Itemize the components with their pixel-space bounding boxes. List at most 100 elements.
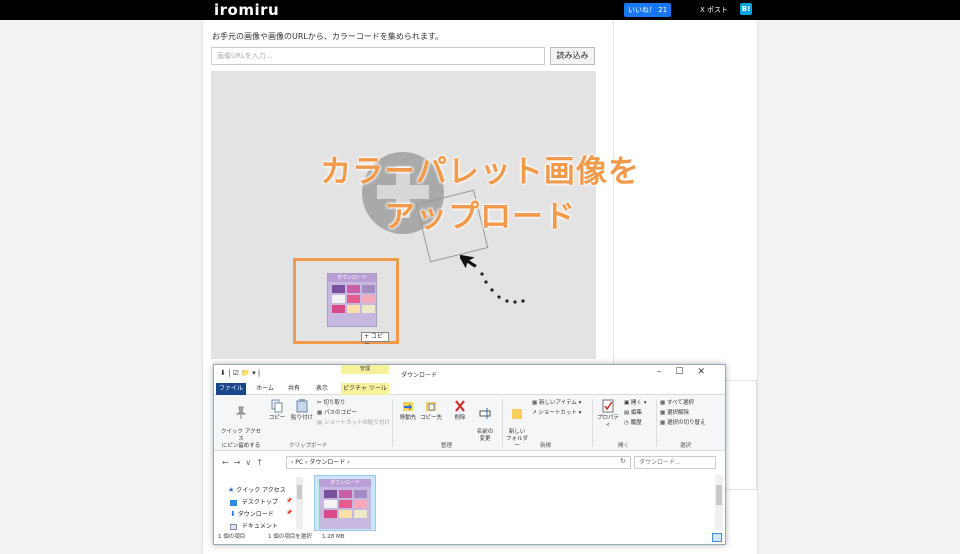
properties-icon — [602, 399, 614, 413]
copy-folder-icon — [426, 402, 436, 411]
manage-context-tab[interactable]: 管理 — [341, 365, 389, 374]
overlay-title-line1: カラーパレット画像を — [320, 154, 640, 190]
new-folder-icon — [512, 409, 522, 419]
drag-path-dots — [480, 272, 525, 304]
pin-icon: 📌 — [286, 498, 293, 504]
pin-icon: 📌 — [286, 510, 293, 516]
copy-tooltip: + コピー — [361, 332, 389, 348]
color-swatch — [354, 490, 367, 498]
nav-downloads[interactable]: ⬇ ダウンロード — [230, 509, 274, 518]
move-to-button[interactable]: 移動先 — [398, 399, 418, 422]
color-swatch — [332, 305, 345, 313]
color-swatch — [347, 285, 360, 293]
address-bar[interactable]: › PC › ダウンロード › — [286, 456, 631, 469]
facebook-like-button[interactable]: いいね！ 21 — [624, 3, 672, 17]
selected-file-item[interactable]: ダウンロード — [314, 475, 376, 531]
history-button[interactable]: ◷ 履歴 — [624, 420, 642, 427]
tab-view[interactable]: 表示 — [310, 383, 334, 395]
document-icon — [230, 523, 237, 530]
navigation-pane: ★ クイック アクセス デスクトップ 📌 ⬇ ダウンロード 📌 ドキュメント — [214, 475, 304, 530]
paste-button[interactable]: 貼り付け — [290, 399, 314, 422]
main-scrollbar[interactable] — [715, 475, 723, 530]
search-input[interactable] — [634, 456, 716, 469]
item-count: 1 個の項目 — [218, 534, 246, 540]
tab-file[interactable]: ファイル — [216, 383, 246, 395]
dragged-image-thumbnail[interactable]: ダウンロード — [327, 273, 377, 327]
group-organize-label: 整理 — [441, 443, 453, 449]
color-swatch — [332, 285, 345, 293]
file-explorer-window: ⬇ | ☑ 📁 ▾ | 管理 ダウンロード –☐✕ ファイル ホーム 共有 表示… — [213, 364, 726, 545]
palette-swatches — [319, 487, 371, 521]
view-toggle-button[interactable] — [712, 533, 722, 542]
shortcut-button[interactable]: ↗ ショートカット ▾ — [532, 410, 581, 417]
file-thumbnail-label: ダウンロード — [319, 479, 371, 487]
color-swatch — [339, 510, 352, 518]
edit-button[interactable]: ▤ 編集 — [624, 410, 642, 417]
nav-documents[interactable]: ドキュメント — [230, 521, 278, 530]
overlay-title-line2: アップロード — [384, 199, 576, 235]
navigation-arrows[interactable]: ←→∨↑ — [222, 458, 268, 467]
tab-share[interactable]: 共有 — [282, 383, 306, 395]
download-arrow-icon: ⬇ — [230, 510, 236, 518]
tab-picture-tools[interactable]: ピクチャ ツール — [341, 383, 389, 395]
rename-button[interactable]: 名前の 変更 — [474, 399, 496, 443]
color-swatch — [362, 285, 375, 293]
site-logo[interactable]: iromiru — [214, 1, 279, 19]
page-description: お手元の画像や画像のURLから、カラーコードを集められます。 — [212, 32, 444, 41]
ribbon-separator — [502, 399, 503, 447]
color-swatch — [362, 295, 375, 303]
copy-button[interactable]: コピー — [266, 399, 288, 422]
color-swatch — [354, 500, 367, 508]
pin-icon — [235, 406, 247, 419]
x-post-button[interactable]: X ポスト — [700, 3, 728, 17]
load-button[interactable]: 読み込み — [550, 47, 595, 65]
pin-quick-access-button[interactable]: クイック アクセス にピン留めする — [220, 399, 262, 450]
status-bar: 1 個の項目 1 個の項目を選択 1.28 MB — [214, 531, 725, 544]
group-open-label: 開く — [618, 443, 630, 449]
new-item-button[interactable]: ▦ 新しいアイテム ▾ — [532, 400, 581, 407]
quick-access-toolbar[interactable]: ⬇ | ☑ 📁 ▾ | — [220, 369, 260, 377]
group-select-label: 選択 — [680, 443, 692, 449]
select-none-button[interactable]: ▦ 選択解除 — [660, 410, 689, 417]
color-swatch — [339, 500, 352, 508]
ribbon-separator — [392, 399, 393, 447]
move-folder-icon — [403, 402, 413, 411]
palette-swatches — [328, 282, 376, 316]
new-folder-button[interactable]: 新しい フォルダー — [504, 399, 530, 450]
folder-path: › PC › ダウンロード › — [291, 459, 350, 466]
open-button[interactable]: ▣ 開く ▾ — [624, 400, 646, 407]
color-swatch — [324, 500, 337, 508]
tab-home[interactable]: ホーム — [250, 383, 280, 395]
color-swatch — [332, 295, 345, 303]
ribbon-separator — [592, 399, 593, 447]
nav-desktop[interactable]: デスクトップ — [230, 497, 278, 506]
color-swatch — [347, 295, 360, 303]
nav-scroll-thumb[interactable] — [297, 485, 302, 499]
copy-path-button[interactable]: ▦ パスのコピー — [317, 410, 357, 417]
refresh-icon[interactable]: ↻ — [620, 457, 626, 465]
address-bar-row: ←→∨↑ › PC › ダウンロード › ↻ — [214, 453, 725, 473]
ribbon-tabs: ファイル ホーム 共有 表示 ピクチャ ツール — [214, 383, 725, 395]
cut-button[interactable]: ✂ 切り取り — [317, 400, 345, 407]
ribbon-home: クイック アクセス にピン留めする コピー 貼り付け ✂ 切り取り ▦ パスのコ… — [214, 395, 725, 451]
color-swatch — [354, 510, 367, 518]
nav-quick-access[interactable]: ★ クイック アクセス — [228, 485, 286, 494]
copy-icon — [271, 399, 283, 413]
delete-button[interactable]: 削除 — [452, 399, 468, 422]
copy-to-button[interactable]: コピー先 — [420, 399, 442, 422]
delete-icon — [455, 400, 465, 412]
color-swatch — [339, 490, 352, 498]
window-controls[interactable]: –☐✕ — [657, 367, 719, 377]
top-bar: iromiru いいね！ 21 X ポスト B! — [0, 0, 960, 20]
desktop-icon — [230, 499, 237, 506]
paste-shortcut-button[interactable]: ▤ ショートカットの貼り付け — [317, 420, 390, 427]
group-new-label: 新規 — [540, 443, 552, 449]
nav-scrollbar[interactable] — [296, 477, 303, 529]
main-scroll-thumb[interactable] — [716, 485, 722, 505]
hatena-bookmark-button[interactable]: B! — [740, 3, 752, 15]
file-thumbnail-image: ダウンロード — [319, 479, 371, 529]
invert-selection-button[interactable]: ▦ 選択の切り替え — [660, 420, 705, 427]
select-all-button[interactable]: ▦ すべて選択 — [660, 400, 694, 407]
properties-button[interactable]: プロパティ — [596, 399, 620, 429]
image-url-input[interactable] — [211, 47, 545, 65]
